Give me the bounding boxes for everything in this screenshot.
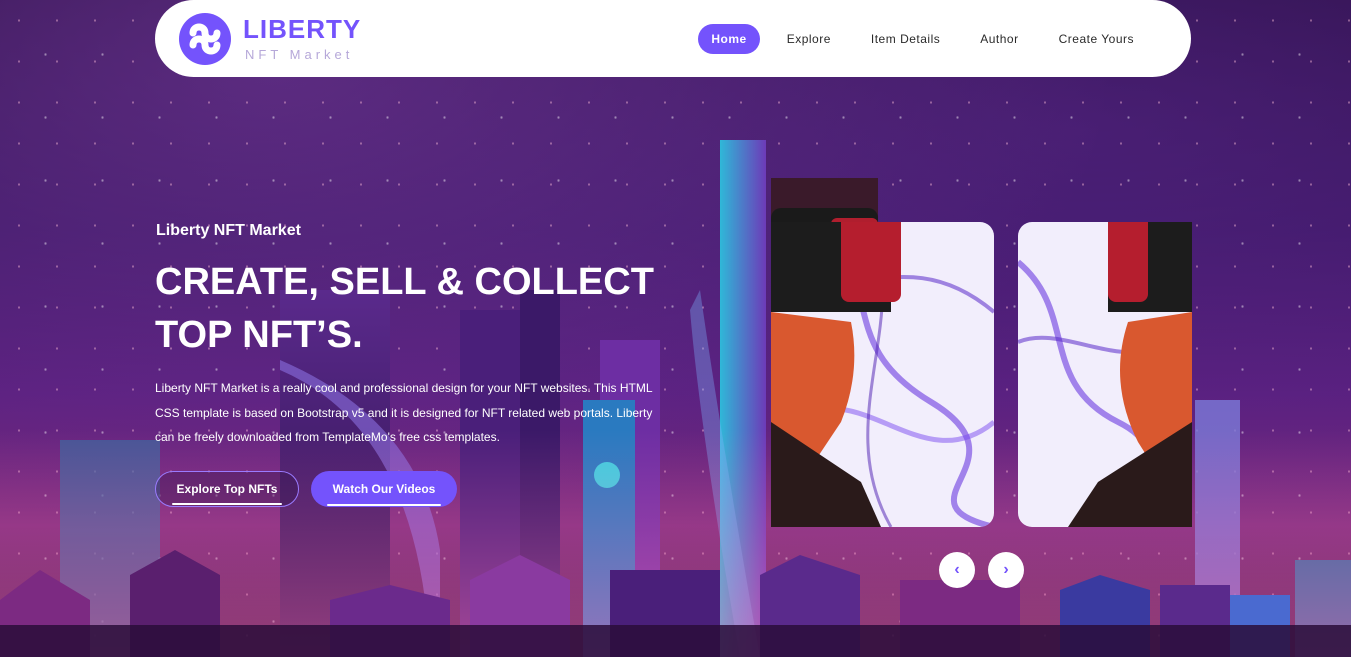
chevron-left-icon: ‹ (954, 561, 960, 578)
site-header: LIBERTY NFT Market Home Explore Item Det… (155, 0, 1191, 77)
nft-card-image-2[interactable] (1018, 222, 1192, 527)
hero-title-line-2: TOP NFT’S. (155, 314, 363, 356)
button-underline (327, 504, 441, 506)
nav-item-create-yours[interactable]: Create Yours (1046, 24, 1147, 54)
brand-logo[interactable]: LIBERTY NFT Market (179, 12, 362, 65)
watch-videos-button[interactable]: Watch Our Videos (311, 471, 457, 507)
nav-item-author[interactable]: Author (967, 24, 1031, 54)
main-nav: Home Explore Item Details Author Create … (698, 23, 1147, 54)
carousel-next-button[interactable]: › (988, 552, 1024, 588)
chevron-right-icon: › (1003, 561, 1009, 578)
nft-card-image-1[interactable] (771, 222, 994, 527)
logo-mark-icon (179, 12, 231, 65)
brand-name: LIBERTY (243, 14, 362, 44)
nav-item-explore[interactable]: Explore (774, 24, 844, 54)
explore-top-nfts-label: Explore Top NFTs (176, 482, 278, 496)
explore-top-nfts-button[interactable]: Explore Top NFTs (155, 471, 299, 507)
hero-description: Liberty NFT Market is a really cool and … (155, 381, 653, 444)
nav-item-item-details[interactable]: Item Details (858, 24, 953, 54)
brand-tagline: NFT Market (245, 47, 354, 62)
hero-eyebrow: Liberty NFT Market (156, 222, 301, 239)
hero-title-line-1: CREATE, SELL & COLLECT (155, 261, 654, 303)
hero-title: CREATE, SELL & COLLECT TOP NFT’S. (155, 256, 675, 362)
watch-videos-label: Watch Our Videos (332, 482, 436, 496)
nav-item-home[interactable]: Home (698, 23, 760, 54)
carousel-prev-button[interactable]: ‹ (939, 552, 975, 588)
button-underline (172, 503, 282, 505)
